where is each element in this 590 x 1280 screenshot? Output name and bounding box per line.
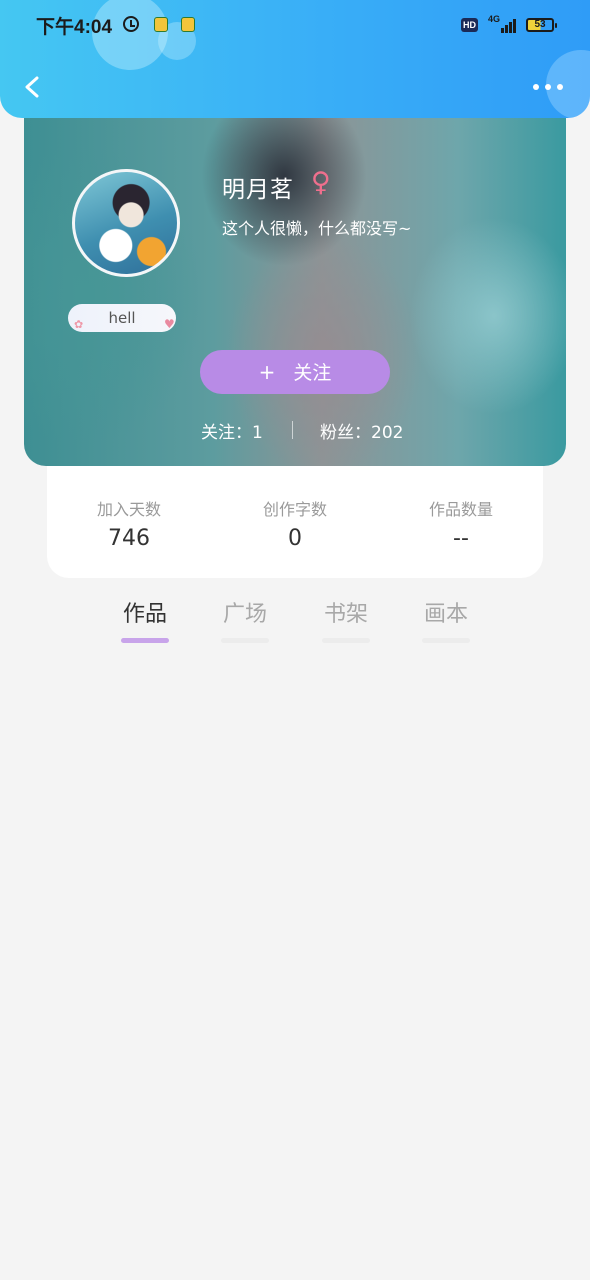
tab-bookshelf[interactable]: 书架: [311, 596, 381, 643]
stat-value: 746: [108, 526, 150, 551]
back-arrow-icon[interactable]: [22, 76, 44, 98]
profile-page: 下午4:04 HD 4G 53 hell ✿ ♥ 明月茗 ♀ 这个人很懒，什么都…: [0, 0, 590, 1280]
status-bar: 下午4:04 HD 4G 53: [0, 0, 590, 50]
alarm-icon: [123, 16, 139, 32]
app-notification-icon: [154, 17, 168, 32]
user-bio: 这个人很懒，什么都没写~: [222, 219, 412, 238]
stat-label: 加入天数: [96, 500, 161, 519]
stat-join-days: 加入天数 746: [59, 496, 199, 551]
profile-card: hell ✿ ♥ 明月茗 ♀ 这个人很懒，什么都没写~ + 关注 关注：1 粉丝：…: [24, 96, 566, 466]
fans-count[interactable]: 粉丝：202: [320, 418, 403, 443]
battery-icon: 53: [526, 18, 557, 32]
tab-label: 画本: [423, 602, 468, 627]
tab-indicator: [121, 638, 169, 643]
stat-label: 作品数量: [428, 500, 493, 519]
tab-indicator: [221, 638, 269, 643]
tab-label: 书架: [323, 602, 368, 627]
hd-badge: HD: [461, 18, 478, 32]
follow-button-label: 关注: [293, 362, 332, 384]
tab-label: 广场: [222, 602, 267, 627]
plus-icon: +: [258, 360, 276, 384]
tab-works[interactable]: 作品: [110, 596, 180, 643]
divider: [292, 421, 293, 439]
tab-plaza[interactable]: 广场: [210, 596, 280, 643]
avatar[interactable]: [72, 169, 180, 277]
signal-icon: [497, 16, 519, 33]
following-count[interactable]: 关注：1: [201, 418, 263, 443]
username: 明月茗: [222, 177, 294, 203]
follow-stats: 关注：1 粉丝：202: [24, 418, 566, 443]
stat-value: --: [453, 526, 469, 551]
stat-works-count: 作品数量 --: [391, 496, 531, 551]
female-gender-icon: ♀: [311, 167, 331, 198]
stats-panel: 加入天数 746 创作字数 0 作品数量 --: [47, 466, 543, 578]
stat-label: 创作字数: [262, 500, 327, 519]
user-tag: hell: [68, 304, 176, 332]
tab-indicator: [422, 638, 470, 643]
heart-decoration-icon: ♥: [164, 317, 175, 331]
tab-label: 作品: [122, 602, 167, 627]
app-notification-icon: [181, 17, 195, 32]
tab-picture-book[interactable]: 画本: [411, 596, 481, 643]
battery-level: 53: [534, 19, 546, 30]
stat-value: 0: [288, 526, 302, 551]
star-decoration-icon: ✿: [74, 318, 84, 331]
tab-indicator: [322, 638, 370, 643]
stat-word-count: 创作字数 0: [225, 496, 365, 551]
status-time: 下午4:04: [36, 17, 113, 38]
more-options-icon[interactable]: [531, 82, 565, 92]
follow-button[interactable]: + 关注: [200, 350, 390, 394]
